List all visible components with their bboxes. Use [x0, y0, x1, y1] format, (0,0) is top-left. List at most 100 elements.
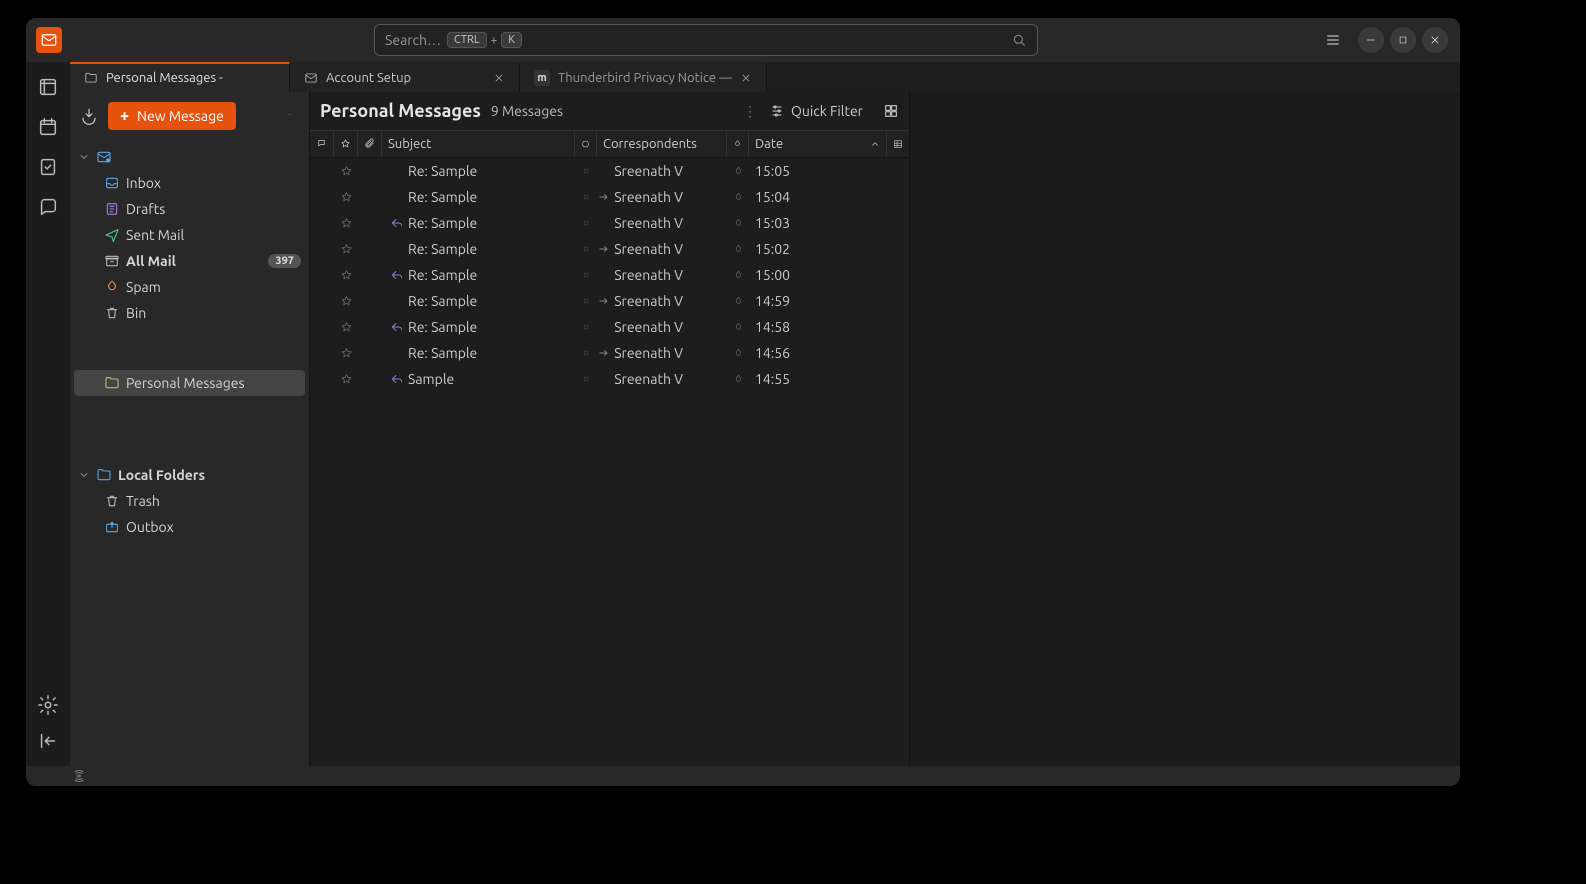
folder-item-personal messages[interactable]: Personal Messages [74, 370, 305, 396]
message-list-pane: Personal Messages 9 Messages ⋮ Quick Fil… [310, 92, 910, 766]
subject-column-header[interactable]: Subject [382, 131, 575, 157]
message-row[interactable]: Sample Sreenath V 14:55 [310, 366, 909, 392]
reply-icon [390, 268, 404, 282]
message-correspondent: Sreenath V [597, 319, 727, 335]
window-close-button[interactable] [1422, 27, 1448, 53]
collapse-sidebar-icon[interactable] [37, 730, 59, 752]
close-icon[interactable] [493, 72, 505, 84]
tasks-space-icon[interactable] [37, 156, 59, 178]
correspondents-column-header[interactable]: Correspondents [597, 131, 727, 157]
folder-label: Local Folders [118, 467, 205, 483]
tab-personal-messages[interactable]: Personal Messages - [70, 62, 290, 92]
message-row[interactable]: Re: Sample Sreenath V 14:59 [310, 288, 909, 314]
folder-item-inbox[interactable]: Inbox [70, 170, 309, 196]
message-row[interactable]: Re: Sample Sreenath V 15:02 [310, 236, 909, 262]
tab-row: Personal Messages - Account Setup m Thun… [70, 62, 1460, 92]
star-toggle[interactable] [334, 321, 358, 334]
message-date: 14:55 [749, 371, 887, 387]
settings-icon[interactable] [37, 694, 59, 716]
app-icon [36, 27, 62, 53]
status-bar [26, 766, 1460, 786]
account-header[interactable] [70, 144, 309, 170]
star-toggle[interactable] [334, 269, 358, 282]
new-message-button[interactable]: + New Message [108, 102, 236, 130]
star-toggle[interactable] [334, 243, 358, 256]
date-column-header[interactable]: Date [749, 131, 887, 157]
plus-icon: + [120, 108, 129, 124]
reply-icon [390, 372, 404, 386]
star-toggle[interactable] [334, 295, 358, 308]
star-toggle[interactable] [334, 347, 358, 360]
get-messages-icon[interactable] [80, 107, 98, 125]
tab-label: Account Setup [326, 71, 411, 85]
message-count: 9 Messages [491, 103, 563, 119]
quick-filter-label: Quick Filter [791, 103, 863, 119]
window-maximize-button[interactable] [1390, 27, 1416, 53]
folder-item-drafts[interactable]: Drafts [70, 196, 309, 222]
folder-label: All Mail [126, 253, 176, 269]
message-row[interactable]: Re: Sample Sreenath V 14:58 [310, 314, 909, 340]
folder-item-all mail[interactable]: All Mail 397 [70, 248, 309, 274]
message-subject: Re: Sample [382, 293, 575, 309]
message-row[interactable]: Re: Sample Sreenath V 15:05 [310, 158, 909, 184]
message-subject: Re: Sample [382, 189, 575, 205]
tab-privacy-notice[interactable]: m Thunderbird Privacy Notice — [520, 62, 767, 92]
message-correspondent: Sreenath V [597, 267, 727, 283]
folder-item-spam[interactable]: Spam [70, 274, 309, 300]
star-column-header[interactable] [334, 131, 358, 157]
reply-icon [390, 320, 404, 334]
search-icon [1011, 32, 1027, 48]
message-date: 15:00 [749, 267, 887, 283]
folder-item-sent mail[interactable]: Sent Mail [70, 222, 309, 248]
message-row[interactable]: Re: Sample Sreenath V 15:04 [310, 184, 909, 210]
tab-account-setup[interactable]: Account Setup [290, 62, 520, 92]
folder-pane: + New Message Inbox Drafts [70, 92, 310, 766]
message-correspondent: Sreenath V [597, 215, 727, 231]
mail-space-icon[interactable] [37, 76, 59, 98]
local-folders-header[interactable]: Local Folders [70, 462, 309, 488]
star-toggle[interactable] [334, 217, 358, 230]
network-status-icon[interactable] [72, 769, 86, 783]
message-subject: Re: Sample [382, 345, 575, 361]
search-placeholder: Search… [385, 32, 441, 48]
message-row[interactable]: Re: Sample Sreenath V 14:56 [310, 340, 909, 366]
chat-space-icon[interactable] [37, 196, 59, 218]
quick-filter-button[interactable]: Quick Filter [769, 103, 863, 119]
star-toggle[interactable] [334, 165, 358, 178]
folder-item-outbox[interactable]: Outbox [70, 514, 309, 540]
message-subject: Re: Sample [382, 215, 575, 231]
message-row[interactable]: Re: Sample Sreenath V 15:00 [310, 262, 909, 288]
calendar-space-icon[interactable] [37, 116, 59, 138]
spam-column-header[interactable] [727, 131, 749, 157]
global-search-input[interactable]: Search… CTRL + K [374, 24, 1038, 56]
display-options-icon[interactable] [883, 103, 899, 119]
message-correspondent: Sreenath V [597, 163, 727, 179]
folder-title: Personal Messages [320, 101, 481, 121]
folder-item-trash[interactable]: Trash [70, 488, 309, 514]
outgoing-icon [597, 346, 611, 360]
folder-item-bin[interactable]: Bin [70, 300, 309, 326]
folder-pane-more-button[interactable] [281, 107, 299, 125]
message-subject: Re: Sample [382, 163, 575, 179]
tab-label: Thunderbird Privacy Notice — [558, 71, 732, 85]
message-date: 14:59 [749, 293, 887, 309]
thread-column-header[interactable] [310, 131, 334, 157]
titlebar: Search… CTRL + K [26, 18, 1460, 62]
reading-pane [910, 92, 1460, 766]
column-picker-icon[interactable] [887, 131, 909, 157]
divider: ⋮ [743, 103, 757, 120]
unread-badge: 397 [268, 254, 301, 268]
star-toggle[interactable] [334, 191, 358, 204]
outgoing-icon [597, 294, 611, 308]
message-rows: Re: Sample Sreenath V 15:05 Re: Sample S… [310, 158, 909, 766]
outgoing-icon [597, 242, 611, 256]
star-toggle[interactable] [334, 373, 358, 386]
app-menu-button[interactable] [1320, 27, 1346, 53]
window-minimize-button[interactable] [1358, 27, 1384, 53]
junk-column-header[interactable] [575, 131, 597, 157]
attachment-column-header[interactable] [358, 131, 382, 157]
close-icon[interactable] [740, 72, 752, 84]
key-k: K [501, 32, 522, 48]
message-row[interactable]: Re: Sample Sreenath V 15:03 [310, 210, 909, 236]
message-date: 15:05 [749, 163, 887, 179]
